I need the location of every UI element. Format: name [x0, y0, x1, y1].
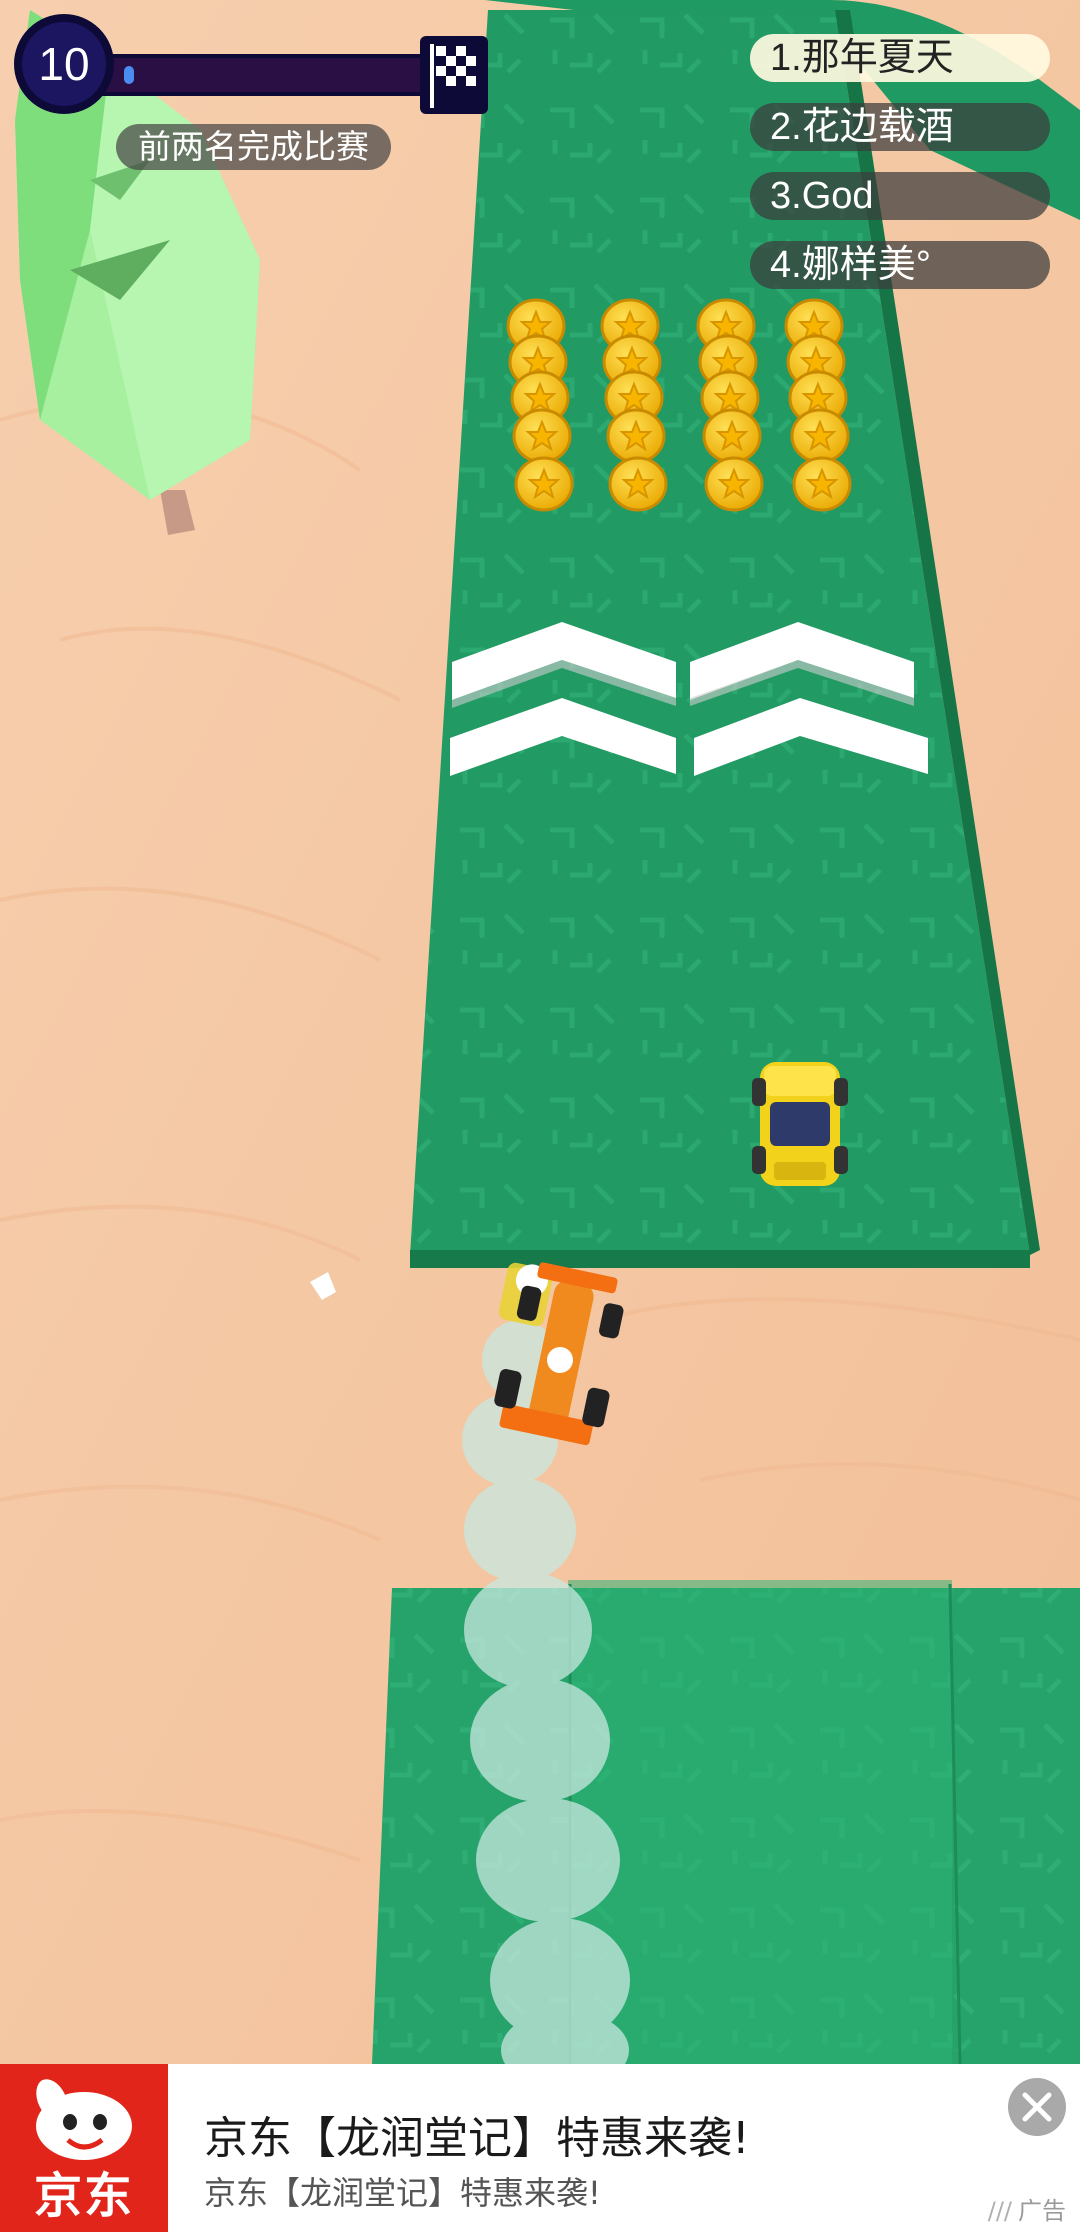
game-viewport[interactable]: 10 前两名完成比赛 1.那年夏天 2.花边载酒 3.God 4.娜样美°: [0, 0, 1080, 2064]
coin: [792, 456, 852, 512]
ad-subtitle[interactable]: 京东【龙润堂记】特惠来袭!: [204, 2168, 601, 2214]
ad-title[interactable]: 京东【龙润堂记】特惠来袭!: [204, 2102, 750, 2166]
ad-tag: ///广告: [988, 2191, 1066, 2226]
jd-logo[interactable]: 京东: [0, 2064, 168, 2232]
ranking-row: 2.花边载酒: [750, 103, 1050, 151]
ad-brand-name: 京东: [33, 2168, 134, 2224]
level-badge: 10: [14, 14, 114, 114]
level-number: 10: [38, 38, 90, 90]
coin: [790, 408, 850, 464]
coin: [608, 456, 668, 512]
coin: [512, 408, 572, 464]
checkered-flag-icon: [420, 36, 488, 114]
ad-banner[interactable]: 京东 京东【龙润堂记】特惠来袭! 京东【龙润堂记】特惠来袭! ///广告: [0, 2064, 1080, 2232]
ranking-row: 1.那年夏天: [750, 34, 1050, 82]
ranking-row: 4.娜样美°: [750, 241, 1050, 289]
ad-tag-label: 广告: [1018, 2197, 1066, 2225]
close-icon[interactable]: [1008, 2078, 1066, 2136]
race-goal-label: 前两名完成比赛: [116, 124, 391, 170]
coin: [704, 456, 764, 512]
ranking-row: 3.God: [750, 172, 1050, 220]
race-progress-bar: [96, 54, 436, 96]
coin: [514, 456, 574, 512]
rival-car-yellow: [752, 1062, 848, 1186]
ad-mark-icon: ///: [987, 2197, 1012, 2225]
coin: [606, 408, 666, 464]
coin: [702, 408, 762, 464]
race-progress-fill: [124, 66, 134, 84]
ranking-list: 1.那年夏天 2.花边载酒 3.God 4.娜样美°: [750, 34, 1050, 310]
